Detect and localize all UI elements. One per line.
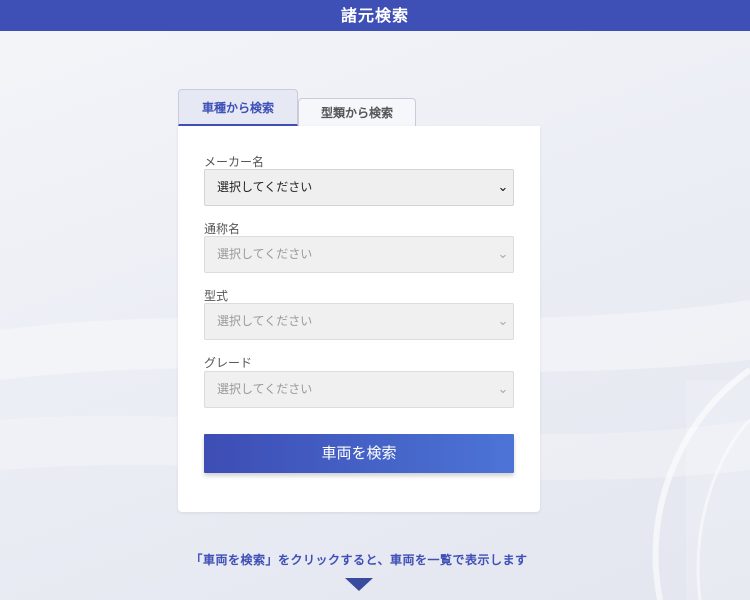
- hint-text: 「車両を検索」をクリックすると、車両を一覧で表示します: [190, 553, 528, 567]
- grade-label: グレード: [204, 356, 253, 370]
- search-panel: メーカー名 選択してください ⌄ 通称名 選択してください ⌄ 型式 選択してく…: [178, 126, 540, 512]
- tab-vehicle-search[interactable]: 車種から検索: [178, 89, 298, 126]
- grade-select-value: 選択してください: [217, 382, 313, 396]
- maker-select[interactable]: 選択してください ⌄: [204, 169, 514, 206]
- triangle-down-icon: [345, 578, 373, 591]
- chevron-down-icon: ⌄: [497, 247, 509, 262]
- page-header: 諸元検索: [0, 0, 750, 31]
- tab-model-search[interactable]: 型類から検索: [298, 98, 416, 126]
- maker-select-value: 選択してください: [217, 180, 313, 194]
- grade-select[interactable]: 選択してください ⌄: [204, 371, 514, 408]
- page-title: 諸元検索: [340, 6, 409, 25]
- model-type-select[interactable]: 選択してください ⌄: [204, 303, 514, 340]
- model-type-label: 型式: [204, 289, 229, 303]
- search-mode-tabs: 車種から検索 型類から検索: [178, 89, 540, 126]
- chevron-down-icon: ⌄: [497, 180, 509, 195]
- chevron-down-icon: ⌄: [497, 382, 509, 397]
- common-name-label: 通称名: [204, 222, 241, 236]
- maker-label: メーカー名: [204, 155, 265, 169]
- common-name-select-value: 選択してください: [217, 247, 313, 261]
- model-type-select-value: 選択してください: [217, 314, 313, 328]
- chevron-down-icon: ⌄: [497, 314, 509, 329]
- search-vehicle-button[interactable]: 車両を検索: [204, 434, 514, 473]
- common-name-select[interactable]: 選択してください ⌄: [204, 236, 514, 273]
